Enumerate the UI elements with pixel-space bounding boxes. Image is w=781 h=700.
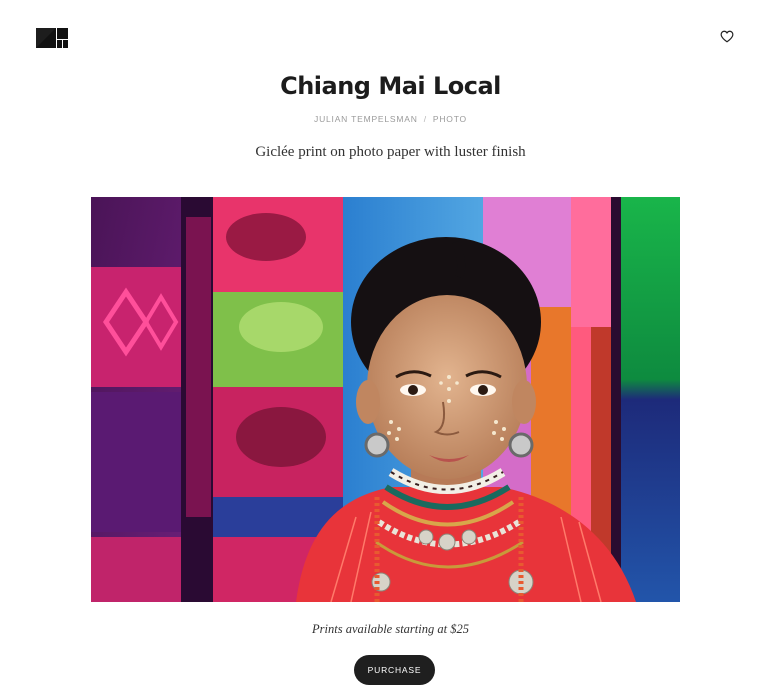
product-description: Giclée print on photo paper with luster … xyxy=(255,144,526,160)
purchase-button[interactable]: PURCHASE xyxy=(354,655,435,685)
author-link[interactable]: JULIAN TEMPELSMAN xyxy=(314,114,418,124)
squares-logo-icon[interactable] xyxy=(36,28,68,48)
page-title: Chiang Mai Local xyxy=(280,72,501,100)
product-photo[interactable] xyxy=(91,197,680,602)
byline-separator: / xyxy=(423,114,427,124)
heart-icon[interactable] xyxy=(720,30,734,43)
byline: JULIAN TEMPELSMAN / PHOTO xyxy=(0,114,781,124)
prints-note: Prints available starting at $25 xyxy=(312,622,469,636)
category-link[interactable]: PHOTO xyxy=(433,114,467,124)
